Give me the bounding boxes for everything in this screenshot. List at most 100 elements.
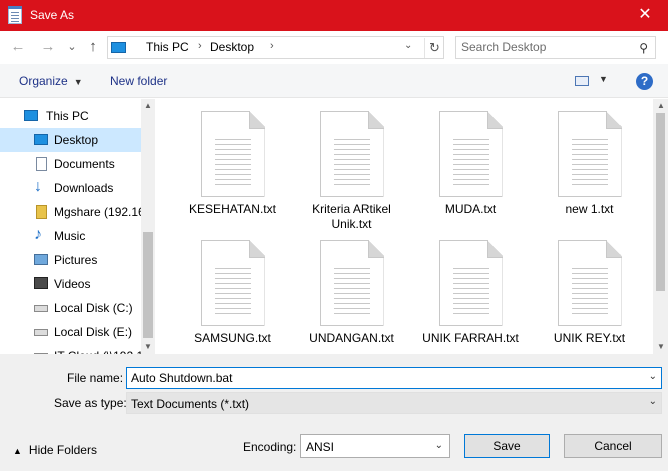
file-name: UNIK FARRAH.txt [422,331,519,345]
window-title: Save As [30,8,75,22]
close-button[interactable]: ✕ [622,0,668,31]
search-box[interactable]: ⚲ [455,36,656,59]
encoding-value: ANSI [306,440,335,454]
search-icon[interactable]: ⚲ [639,41,648,55]
chevron-down-icon[interactable]: ⌄ [435,440,443,451]
organize-menu[interactable]: Organize ▼ [19,74,83,88]
sidebar-item[interactable]: ♪ Music [0,224,141,248]
sidebar-item-label: Documents [54,157,115,171]
file-item[interactable]: UNIK FARRAH.txt [411,240,530,346]
sidebar-item[interactable]: Documents [0,152,141,176]
encoding-select[interactable]: ANSI ⌄ [300,434,450,458]
sidebar-item[interactable]: Local Disk (E:) [0,320,141,344]
sidebar-item-label: Local Disk (C:) [54,301,133,315]
sidebar-item[interactable]: This PC [0,104,141,128]
sidebar-item[interactable]: Local Disk (C:) [0,296,141,320]
sidebar-item-label: Local Disk (E:) [54,325,133,339]
pictures-icon [34,254,48,265]
sidebar-item-label: Videos [54,277,91,291]
refresh-button[interactable]: ↻ [424,38,444,58]
sidebar-item[interactable]: IT Cloud (\\192.1 [0,344,143,354]
sidebar-item[interactable]: ↓ Downloads [0,176,141,200]
encoding-label: Encoding: [243,440,297,454]
breadcrumb-separator-icon[interactable]: › [270,40,274,52]
command-bar: Organize ▼ New folder [0,64,668,98]
file-name: KESEHATAN.txt [189,202,276,216]
scroll-down-icon[interactable]: ▼ [144,342,152,351]
file-item[interactable]: UNDANGAN.txt [292,240,411,346]
file-list-scrollbar[interactable]: ▲ ▼ [653,99,668,354]
text-file-icon [200,240,265,326]
sidebar-item-label: Mgshare (192.16 [54,205,145,219]
hide-folders-label: Hide Folders [28,443,97,457]
text-file-icon [319,111,384,197]
view-dropdown-icon[interactable]: ▼ [599,74,608,84]
save-as-type-select[interactable]: Text Documents (*.txt) ⌄ [126,392,662,414]
forward-button[interactable]: → [38,37,58,57]
file-item[interactable]: MUDA.txt [411,111,530,217]
disk-icon [34,329,48,336]
navigation-pane: This PC Desktop Documents ↓ Downloads Mgshare… [0,99,155,354]
search-input[interactable] [461,40,631,54]
sidebar-item-label: Pictures [54,253,98,267]
sidebar-item[interactable]: Videos [0,272,141,296]
view-options-icon[interactable] [575,76,589,86]
back-button[interactable]: ← [8,37,28,57]
new-folder-button[interactable]: New folder [110,74,167,88]
text-file-icon [438,111,503,197]
sidebar-item[interactable]: Pictures [0,248,141,272]
chevron-down-icon[interactable]: ⌄ [649,396,657,407]
file-item[interactable]: Kriteria ARtikel Unik.txt [292,111,411,232]
up-button[interactable]: ↑ [83,37,103,57]
save-as-type-value: Text Documents (*.txt) [131,397,250,411]
file-item[interactable]: UNIK REY.txt [530,240,649,346]
sidebar-item-label: Desktop [54,133,99,147]
videos-icon [34,277,48,289]
sidebar-item-label: This PC [46,109,89,123]
file-list: KESEHATAN.txt Kriteria ARtikel Unik.txt MU… [156,99,653,354]
breadcrumb-separator-icon[interactable]: › [198,40,202,52]
disk-icon [34,305,48,312]
save-button[interactable]: Save [464,434,550,458]
scrollbar-thumb[interactable] [143,232,153,338]
file-item[interactable]: SAMSUNG.txt [173,240,292,346]
hide-folders-button[interactable]: ▲ Hide Folders [13,443,97,457]
notepad-icon [8,6,22,24]
scroll-down-icon[interactable]: ▼ [657,342,665,351]
organize-label: Organize [19,74,68,88]
network-drive-icon [36,205,47,219]
title-bar: Save As ✕ [0,0,668,31]
address-bar[interactable]: This PC › Desktop › ⌄ ↻ [107,36,444,59]
recent-locations-button[interactable]: ⌄ [62,37,82,57]
computer-icon [24,110,38,121]
breadcrumb-desktop[interactable]: Desktop [210,40,254,54]
documents-icon [36,157,47,171]
sidebar-item[interactable]: Mgshare (192.16 [0,200,145,224]
sidebar-item[interactable]: Desktop [0,128,141,152]
file-name-input[interactable] [131,371,631,385]
file-name-label: File name: [67,371,124,385]
file-name: SAMSUNG.txt [194,331,271,345]
scroll-up-icon[interactable]: ▲ [144,101,152,110]
text-file-icon [319,240,384,326]
text-file-icon [438,240,503,326]
file-item[interactable]: KESEHATAN.txt [173,111,292,217]
file-name: new 1.txt [565,202,614,216]
file-name: Kriteria ARtikel Unik.txt [312,202,391,231]
save-as-type-label: Save as type: [54,396,127,410]
address-dropdown-icon[interactable]: ⌄ [404,40,412,51]
scroll-up-icon[interactable]: ▲ [657,101,665,110]
navigation-pane-scrollbar[interactable]: ▲ ▼ [141,99,155,354]
file-item[interactable]: new 1.txt [530,111,649,217]
chevron-down-icon: ▼ [73,77,83,87]
chevron-up-icon: ▲ [13,446,22,456]
file-name-field[interactable]: ⌄ [126,367,662,389]
downloads-icon: ↓ [34,178,42,195]
breadcrumb-this-pc[interactable]: This PC [146,40,189,54]
scrollbar-thumb[interactable] [656,113,665,291]
cancel-button[interactable]: Cancel [564,434,662,458]
desktop-icon [34,134,48,145]
sidebar-item-label: Music [54,229,86,243]
chevron-down-icon[interactable]: ⌄ [649,371,657,382]
help-button[interactable]: ? [636,73,653,90]
